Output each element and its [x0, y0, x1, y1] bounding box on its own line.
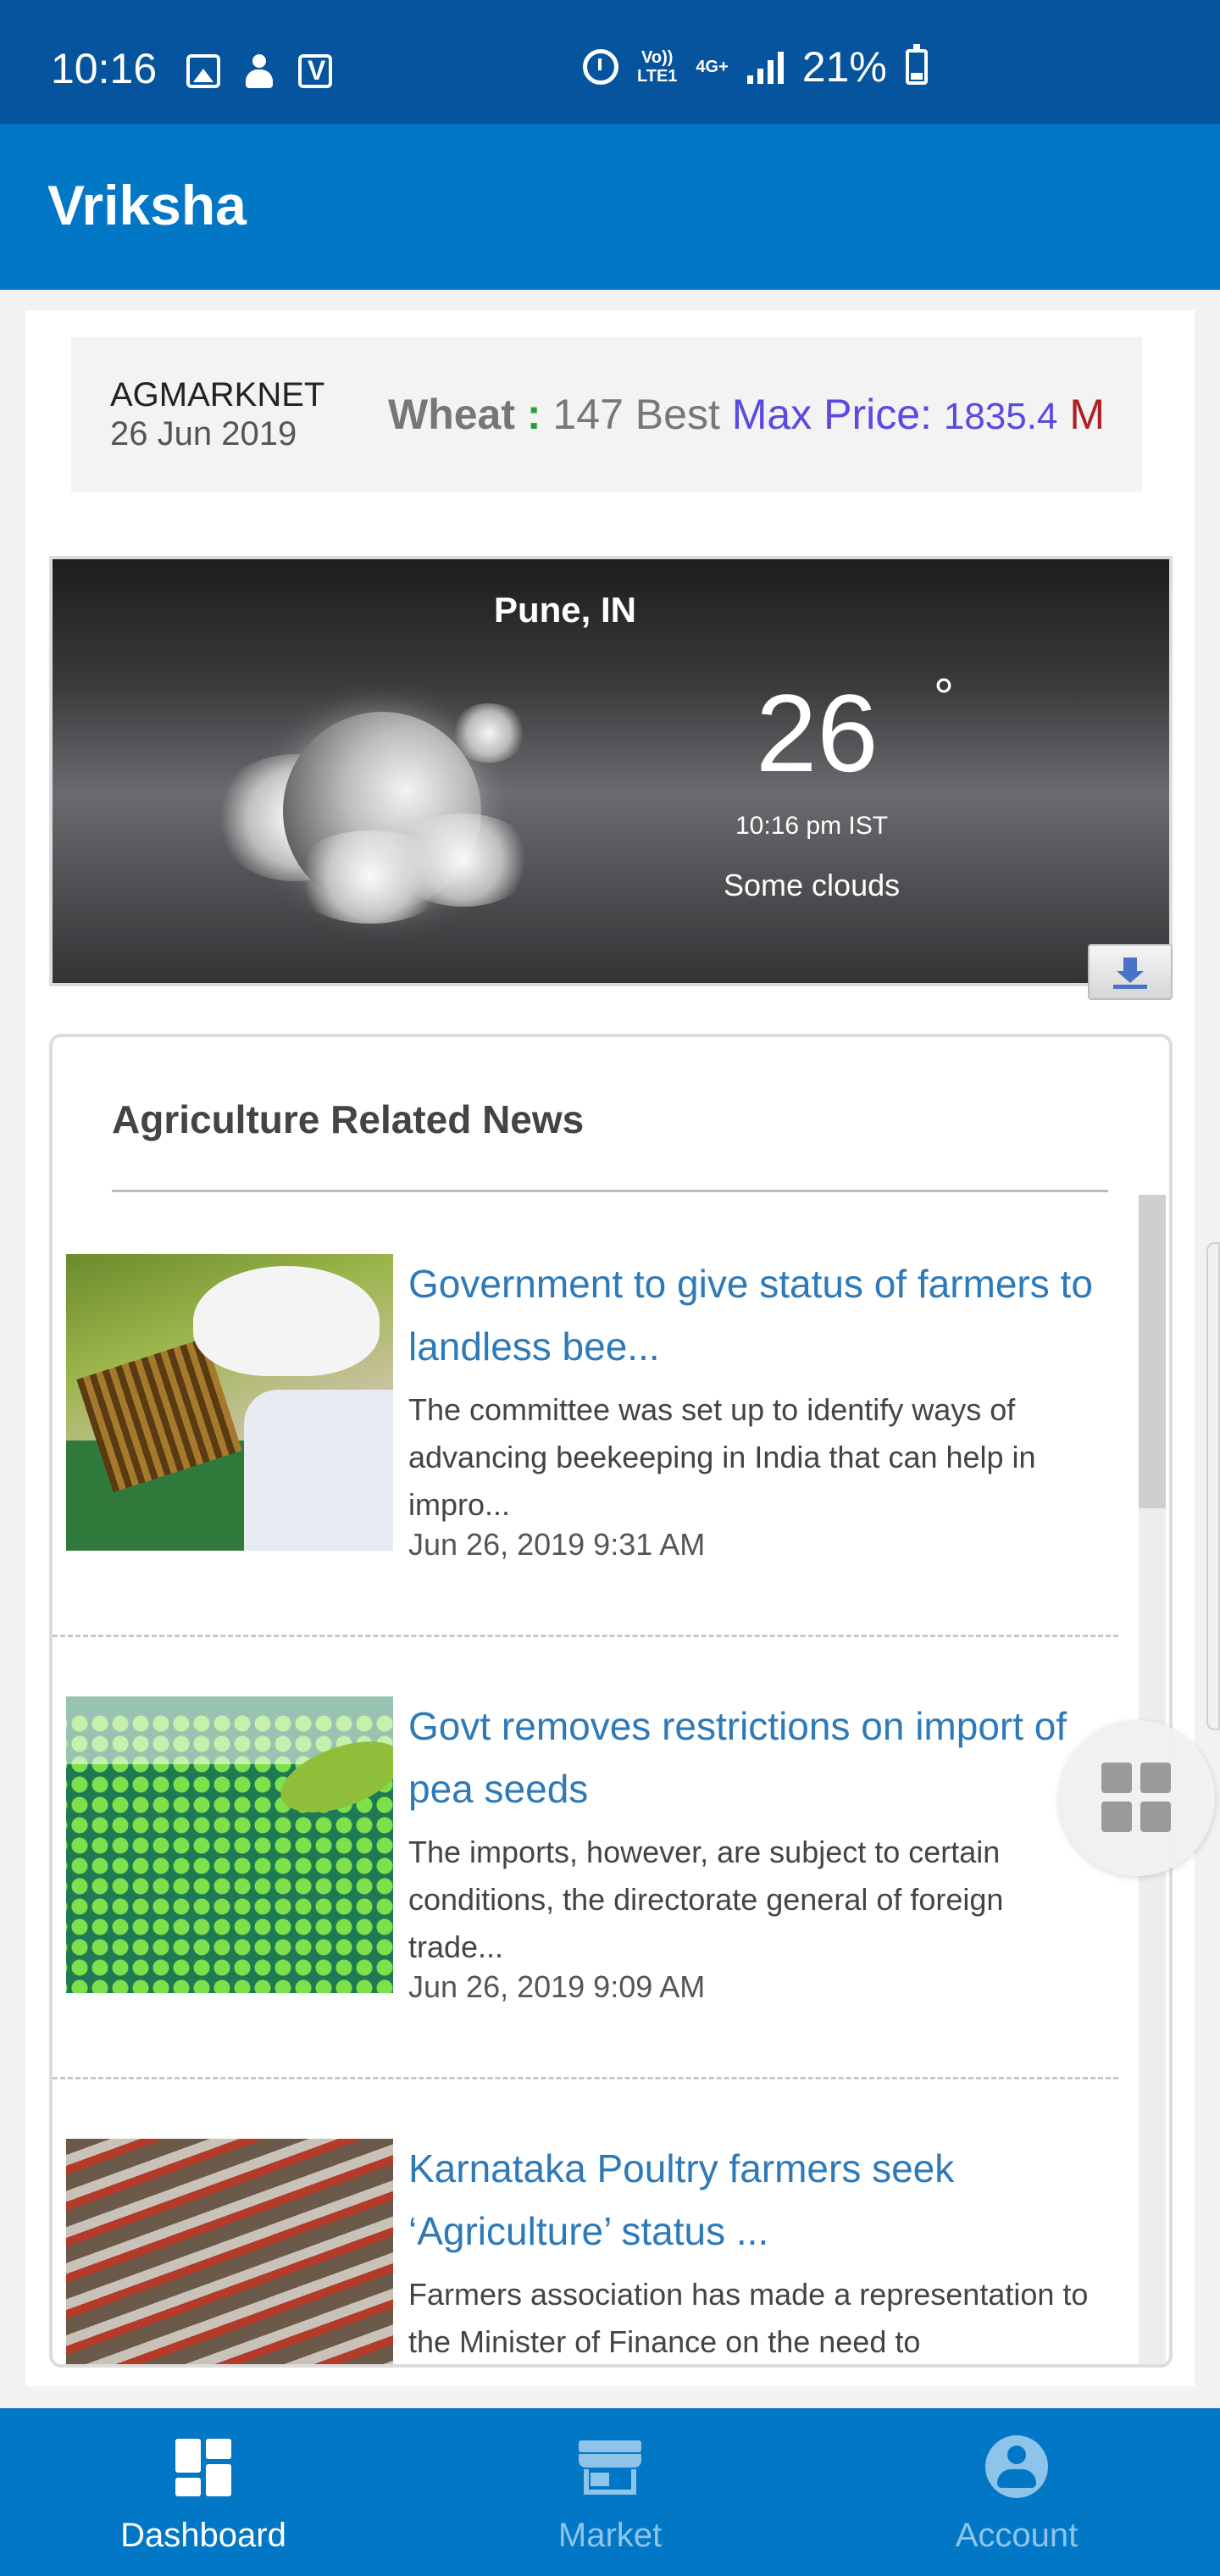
news-title[interactable]: Govt removes restrictions on import of p… [408, 1695, 1128, 1820]
news-thumbnail[interactable] [66, 1696, 393, 1993]
ticker-crop: Wheat [388, 391, 515, 438]
network-type: 4G+ [696, 58, 729, 76]
download-button[interactable] [1088, 944, 1173, 1000]
app-v-icon [298, 54, 332, 88]
weather-degree: ° [934, 669, 954, 725]
bottom-navigation: Dashboard Market Account [0, 2408, 1220, 2576]
news-description: The committee was set up to identify way… [408, 1392, 1036, 1522]
news-card: Agriculture Related News Government to g… [49, 1034, 1173, 2368]
content-panel: AGMARKNET 26 Jun 2019 Wheat : 147 Best M… [25, 310, 1195, 2386]
notification-icons [186, 54, 332, 88]
news-date: Jun 26, 2019 9:09 AM [408, 1969, 706, 2004]
ticker-max-value: 1835.4 [943, 396, 1058, 437]
app-bar: Vriksha [0, 124, 1220, 290]
image-icon [186, 54, 220, 88]
edge-panel-handle[interactable] [1206, 1242, 1220, 1730]
news-description: The imports, however, are subject to cer… [408, 1835, 1004, 1964]
nav-market[interactable]: Market [407, 2408, 813, 2576]
volte-bottom: LTE1 [637, 67, 678, 86]
news-title[interactable]: Karnataka Poultry farmers seek ‘Agricult… [408, 2137, 1128, 2262]
status-indicators: Vo)) LTE1 4G+ 21% [583, 42, 928, 92]
nav-dashboard[interactable]: Dashboard [0, 2408, 407, 2576]
ticker-count: 147 Best [552, 391, 720, 438]
news-scrollbar-thumb[interactable] [1139, 1195, 1166, 1508]
account-icon [985, 2435, 1048, 2498]
weather-widget[interactable]: Pune, IN 26 ° 10:16 pm IST Some clouds [49, 556, 1173, 1000]
ticker-date: 26 Jun 2019 [110, 415, 297, 452]
volte-indicator: Vo)) LTE1 [637, 48, 677, 86]
person-icon [242, 54, 276, 88]
dashboard-icon [172, 2435, 235, 2498]
volte-top: Vo)) [641, 48, 674, 67]
grid-icon [1101, 1763, 1132, 1793]
ticker-colon: : [526, 391, 541, 438]
download-icon [1113, 985, 1147, 989]
news-item[interactable]: Government to give status of farmers to … [53, 1195, 1118, 1637]
app-title: Vriksha [47, 174, 247, 236]
nav-account[interactable]: Account [813, 2408, 1220, 2576]
floating-apps-button[interactable] [1059, 1720, 1215, 1876]
store-icon [579, 2435, 641, 2498]
ticker-max-label: Max Price: [731, 391, 932, 438]
weather-description: Some clouds [724, 868, 901, 902]
weather-city: Pune, IN [493, 590, 637, 630]
weather-time: 10:16 pm IST [735, 812, 889, 840]
weather-temperature: 26 [756, 671, 879, 795]
news-thumbnail[interactable] [66, 1254, 393, 1551]
nav-label: Dashboard [120, 2517, 286, 2554]
status-time: 10:16 [51, 45, 158, 92]
price-ticker[interactable]: AGMARKNET 26 Jun 2019 Wheat : 147 Best M… [71, 337, 1142, 491]
news-item[interactable]: Govt removes restrictions on import of p… [53, 1637, 1118, 2079]
battery-percent: 21% [801, 43, 887, 91]
alarm-icon [583, 49, 618, 85]
ticker-source: AGMARKNET [110, 376, 325, 414]
news-item[interactable]: Karnataka Poultry farmers seek ‘Agricult… [53, 2079, 1118, 2364]
nav-label: Account [955, 2517, 1079, 2554]
news-divider [112, 1190, 1108, 1192]
signal-icon [746, 50, 784, 84]
status-bar: 10:16 Vo)) LTE1 4G+ 21% [0, 0, 1220, 124]
news-thumbnail[interactable] [66, 2139, 393, 2364]
news-title[interactable]: Government to give status of farmers to … [408, 1252, 1128, 1378]
ticker-marquee: Wheat : 147 Best Max Price: 1835.4 M [388, 390, 1120, 439]
news-date: Jun 26, 2019 9:31 AM [408, 1527, 706, 1562]
news-list[interactable]: Government to give status of farmers to … [53, 1195, 1139, 2364]
dashboard-content[interactable]: AGMARKNET 26 Jun 2019 Wheat : 147 Best M… [0, 290, 1220, 2408]
news-description: Farmers association has made a represent… [408, 2277, 1089, 2359]
night-cloudy-icon [214, 686, 535, 924]
ticker-next: M [1069, 391, 1105, 438]
battery-icon [905, 44, 928, 85]
nav-label: Market [557, 2517, 663, 2554]
news-heading: Agriculture Related News [112, 1097, 585, 1141]
